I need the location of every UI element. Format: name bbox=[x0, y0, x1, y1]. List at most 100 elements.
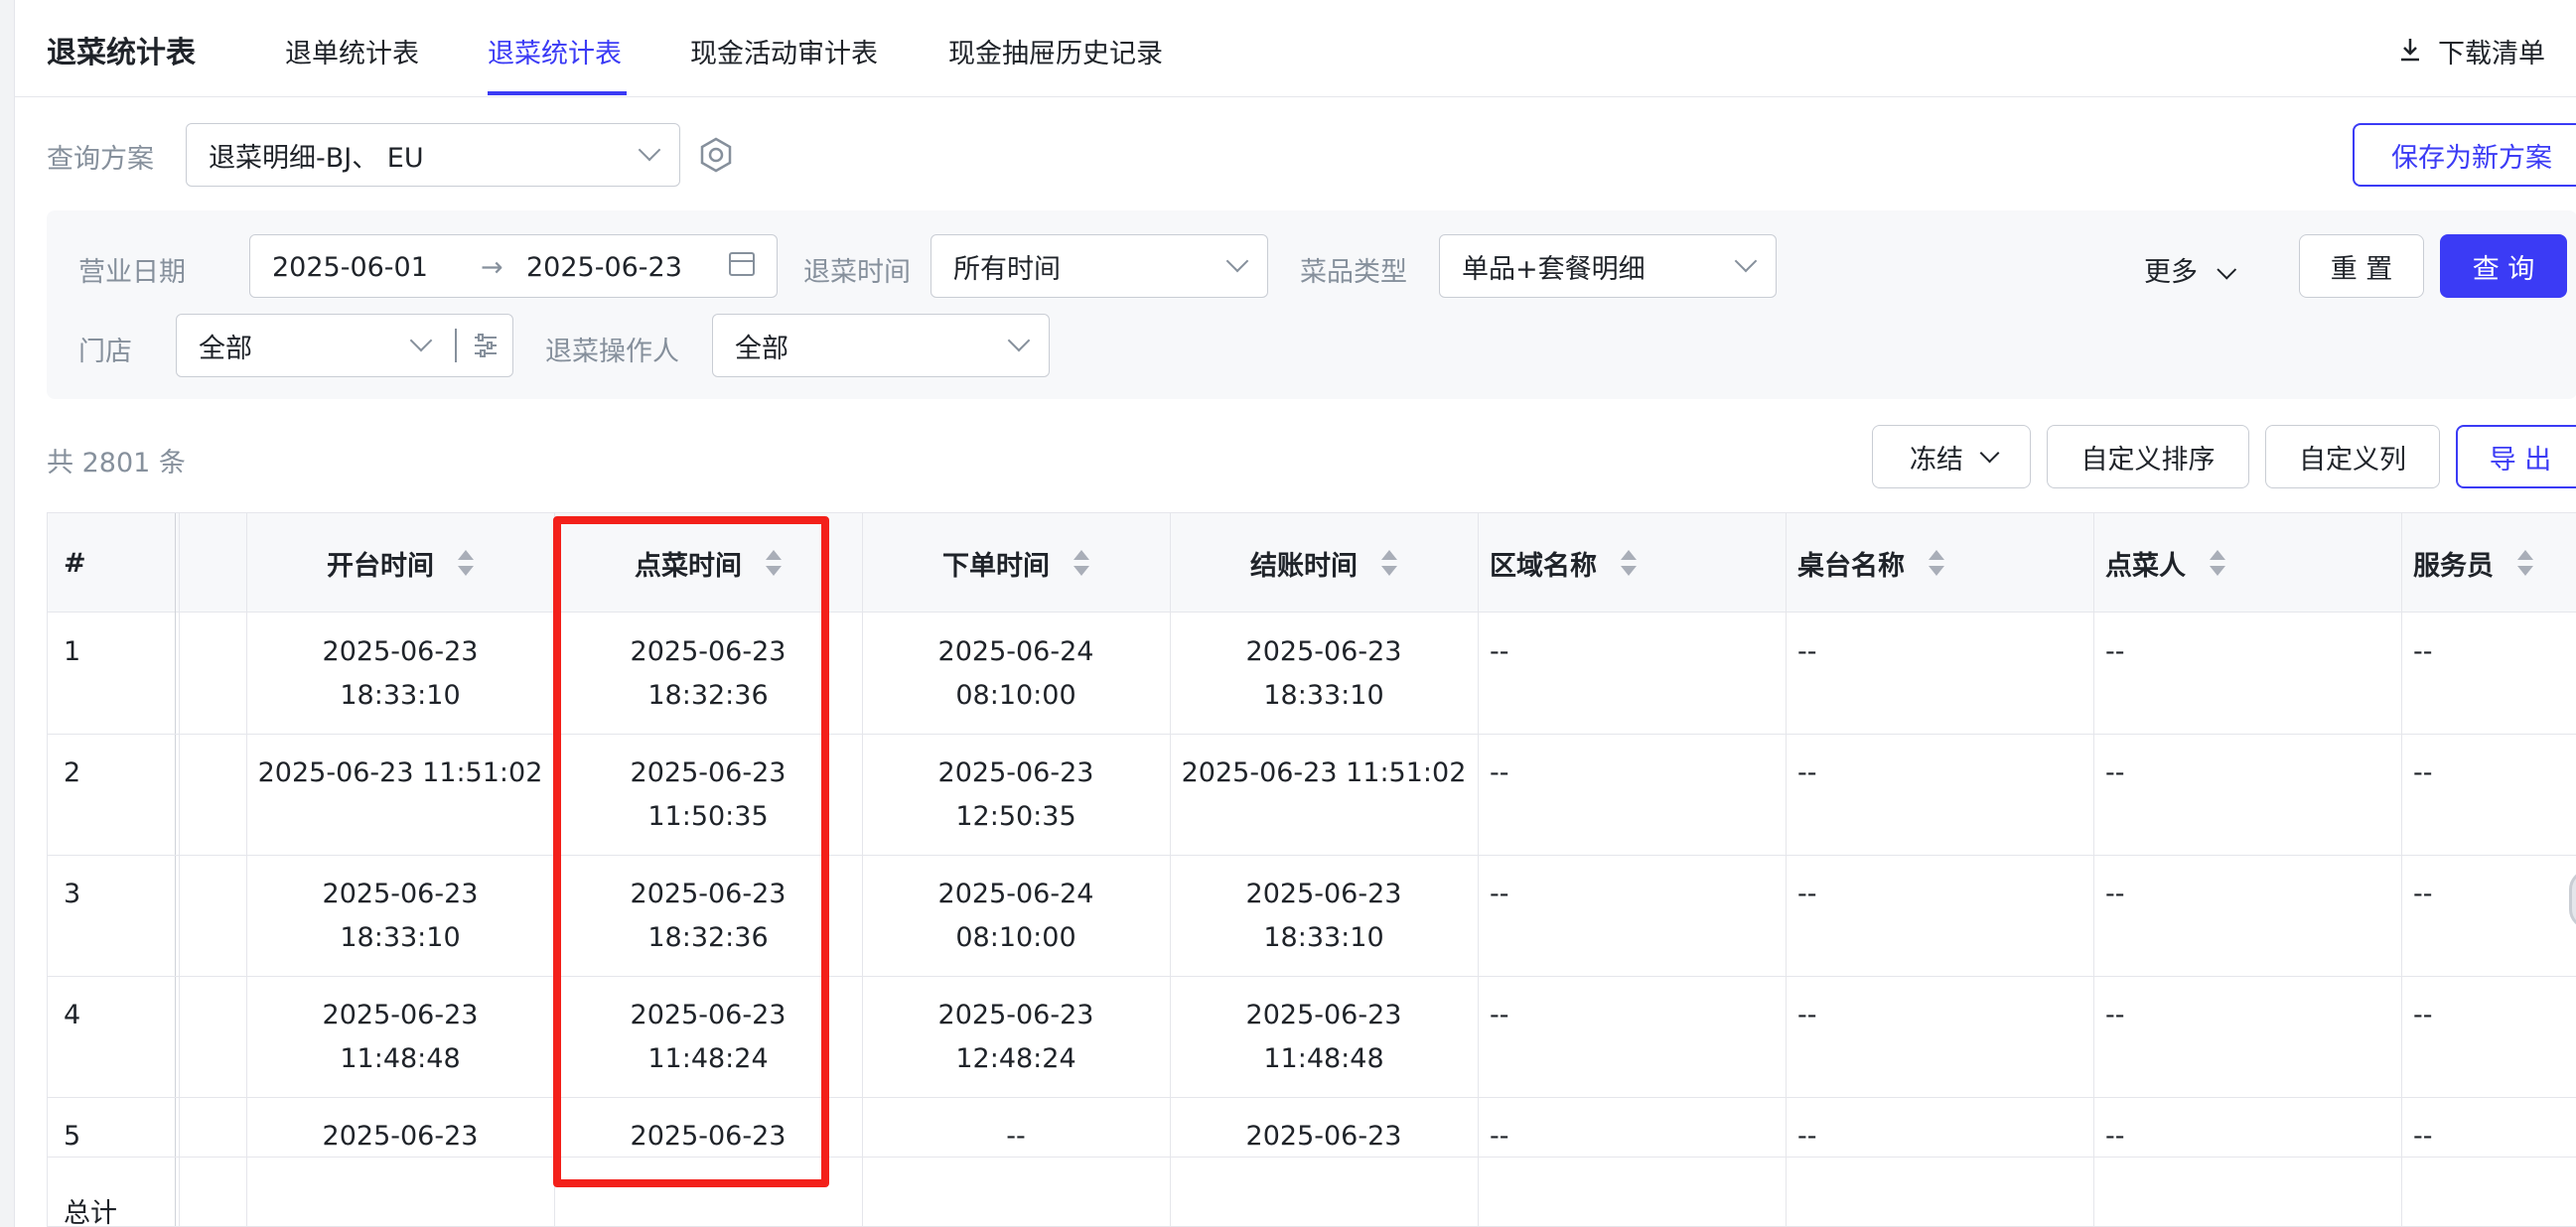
waiter-cell: -- bbox=[2413, 1000, 2433, 1030]
row-divider bbox=[48, 734, 2576, 735]
orderer-cell: -- bbox=[2105, 757, 2125, 788]
filter-sliders-icon[interactable] bbox=[473, 331, 499, 360]
settings-hexagon-icon[interactable] bbox=[698, 137, 734, 173]
download-list-button[interactable]: 下载清单 bbox=[2398, 32, 2545, 70]
sort-icon[interactable] bbox=[2210, 548, 2225, 578]
report-panel: 退菜统计表 退单统计表 退菜统计表 现金活动审计表 现金抽屉历史记录 下载清单 … bbox=[14, 0, 2576, 1227]
more-filters-toggle[interactable]: 更多 bbox=[2144, 250, 2237, 289]
checkout-time-cell: 2025-06-23 11:51:02 bbox=[1181, 757, 1467, 788]
sort-icon[interactable] bbox=[1929, 548, 1944, 578]
sort-icon[interactable] bbox=[2517, 548, 2533, 578]
table-name-cell: -- bbox=[1797, 757, 1817, 788]
column-header-area-name[interactable]: 区域名称 bbox=[1490, 513, 1637, 613]
row-divider bbox=[48, 855, 2576, 856]
query-scheme-label: 查询方案 bbox=[47, 144, 154, 175]
column-header-checkout-time[interactable]: 结账时间 bbox=[1170, 513, 1478, 613]
sort-icon[interactable] bbox=[1073, 548, 1089, 578]
dish-type-select[interactable]: 单品+套餐明细 bbox=[1439, 234, 1777, 298]
business-date-label: 营业日期 bbox=[78, 257, 186, 288]
dish-type-label: 菜品类型 bbox=[1300, 257, 1407, 288]
table-name-cell: -- bbox=[1797, 879, 1817, 909]
operator-select[interactable]: 全部 bbox=[712, 314, 1050, 377]
chevron-down-icon bbox=[638, 138, 661, 162]
download-label: 下载清单 bbox=[2438, 39, 2545, 69]
orderer-cell: -- bbox=[2105, 1121, 2125, 1152]
column-divider bbox=[1786, 513, 1787, 1226]
more-label: 更多 bbox=[2144, 257, 2198, 288]
checkout-time-cell: 2025-06-23 bbox=[1245, 1121, 1402, 1152]
checkout-time-cell: 2025-06-23 11:48:48 bbox=[1245, 1000, 1402, 1074]
orderer-cell: -- bbox=[2105, 636, 2125, 667]
table-name-cell: -- bbox=[1797, 1121, 1817, 1152]
area-name-cell: -- bbox=[1490, 879, 1509, 909]
place-order-time-cell: -- bbox=[1006, 1121, 1026, 1152]
export-button[interactable]: 导 出 bbox=[2456, 425, 2576, 488]
store-value: 全部 bbox=[199, 333, 252, 364]
chevron-down-icon bbox=[1225, 249, 1249, 273]
custom-sort-button[interactable]: 自定义排序 bbox=[2047, 425, 2249, 488]
area-name-cell: -- bbox=[1490, 636, 1509, 667]
waiter-cell: -- bbox=[2413, 1121, 2433, 1152]
freeze-dropdown-button[interactable]: 冻结 bbox=[1872, 425, 2031, 488]
return-time-label: 退菜时间 bbox=[803, 257, 911, 288]
tab-refund-dish-report[interactable]: 退菜统计表 bbox=[488, 32, 622, 70]
open-time-cell: 2025-06-23 18:33:10 bbox=[322, 636, 479, 711]
sort-icon[interactable] bbox=[1381, 548, 1397, 578]
date-start: 2025-06-01 bbox=[272, 252, 428, 283]
active-tab-indicator bbox=[488, 91, 627, 95]
range-arrow-icon: → bbox=[481, 252, 503, 283]
chevron-down-icon bbox=[2217, 259, 2237, 280]
query-scheme-value: 退菜明细-BJ、 EU bbox=[209, 142, 424, 174]
query-button[interactable]: 查 询 bbox=[2440, 234, 2567, 298]
column-divider bbox=[1478, 513, 1479, 1226]
tab-cash-activity-audit[interactable]: 现金活动审计表 bbox=[690, 32, 878, 70]
return-time-value: 所有时间 bbox=[953, 253, 1061, 285]
table-name-cell: -- bbox=[1797, 1000, 1817, 1030]
place-order-time-cell: 2025-06-24 08:10:00 bbox=[937, 636, 1094, 711]
checkout-time-cell: 2025-06-23 18:33:10 bbox=[1245, 879, 1402, 953]
tab-cash-drawer-history[interactable]: 现金抽屉历史记录 bbox=[948, 32, 1163, 70]
waiter-cell: -- bbox=[2413, 879, 2433, 909]
area-name-cell: -- bbox=[1490, 757, 1509, 788]
waiter-cell: -- bbox=[2413, 636, 2433, 667]
column-header-waiter[interactable]: 服务员 bbox=[2413, 513, 2533, 613]
place-order-time-cell: 2025-06-23 12:50:35 bbox=[937, 757, 1094, 832]
row-index: 1 bbox=[64, 636, 81, 667]
column-header-table-name[interactable]: 桌台名称 bbox=[1797, 513, 1944, 613]
orderer-cell: -- bbox=[2105, 1000, 2125, 1030]
divider bbox=[455, 329, 457, 362]
operator-label: 退菜操作人 bbox=[545, 337, 679, 367]
column-divider bbox=[2401, 513, 2402, 1226]
sort-icon[interactable] bbox=[458, 548, 474, 578]
filter-area: 营业日期 2025-06-01 → 2025-06-23 退菜时间 所有时间 菜… bbox=[47, 210, 2576, 399]
sort-icon[interactable] bbox=[1621, 548, 1637, 578]
chevron-down-icon bbox=[409, 329, 433, 352]
highlight-box bbox=[553, 516, 829, 1187]
freeze-label: 冻结 bbox=[1910, 444, 1963, 476]
column-header-orderer[interactable]: 点菜人 bbox=[2105, 513, 2225, 613]
query-scheme-select[interactable]: 退菜明细-BJ、 EU bbox=[186, 123, 680, 187]
row-divider bbox=[48, 976, 2576, 977]
tab-refund-order-report[interactable]: 退单统计表 bbox=[285, 32, 419, 70]
date-end: 2025-06-23 bbox=[526, 252, 682, 283]
column-header-open-time[interactable]: 开台时间 bbox=[246, 513, 554, 613]
business-date-range-picker[interactable]: 2025-06-01 → 2025-06-23 bbox=[249, 234, 778, 298]
row-index: 3 bbox=[64, 879, 81, 909]
store-select[interactable]: 全部 bbox=[176, 314, 513, 377]
place-order-time-cell: 2025-06-23 12:48:24 bbox=[937, 1000, 1094, 1074]
top-tab-bar: 退菜统计表 退单统计表 退菜统计表 现金活动审计表 现金抽屉历史记录 下载清单 bbox=[15, 0, 2576, 97]
waiter-cell: -- bbox=[2413, 757, 2433, 788]
reset-button[interactable]: 重 置 bbox=[2299, 234, 2424, 298]
row-index: 4 bbox=[64, 1000, 81, 1030]
column-header-index: # bbox=[64, 547, 86, 579]
orderer-cell: -- bbox=[2105, 879, 2125, 909]
return-time-select[interactable]: 所有时间 bbox=[930, 234, 1268, 298]
save-as-new-scheme-button[interactable]: 保存为新方案 bbox=[2353, 123, 2576, 187]
dish-type-value: 单品+套餐明细 bbox=[1462, 253, 1646, 285]
custom-columns-button[interactable]: 自定义列 bbox=[2265, 425, 2440, 488]
store-label: 门店 bbox=[78, 337, 132, 367]
column-header-place-order-time[interactable]: 下单时间 bbox=[862, 513, 1170, 613]
record-count: 共 2801 条 bbox=[47, 448, 186, 478]
chevron-down-icon bbox=[1007, 329, 1031, 352]
frozen-column-divider bbox=[175, 513, 176, 1226]
